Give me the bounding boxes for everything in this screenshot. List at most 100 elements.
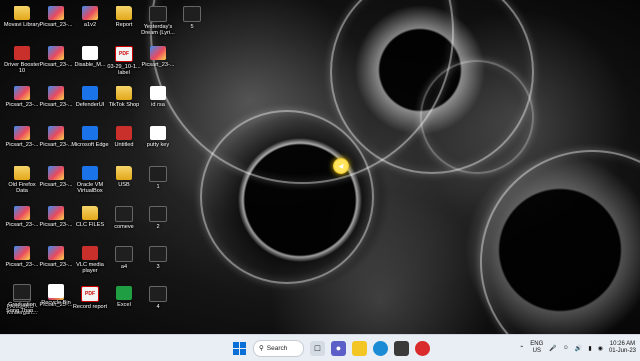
folder-file-icon [82,206,98,220]
desktop-icon-label: Disable_M... [74,62,106,68]
app-blue-file-icon [82,166,98,180]
desktop-icon-label: Picsart_23-... [39,102,73,108]
language-indicator[interactable]: ENG US [530,341,543,355]
desktop-icon-label: Recycle Bin [41,300,71,306]
app-red-file-icon [116,126,132,140]
img-file-icon [14,126,30,140]
desktop-icon-label: 4 [156,304,160,310]
folder-file-icon [116,166,132,180]
desktop-icon[interactable]: 4 [138,284,178,330]
img-file-icon [48,126,64,140]
taskbar-center: ⚲ Search □ ● [232,339,430,357]
desktop-icon-label: Picsart_23-... [39,142,73,148]
search-icon: ⚲ [259,345,264,352]
record-app-icon[interactable] [415,340,430,356]
desktop-icon-label: Picsart_23-... [5,262,39,268]
search-label: Search [266,344,288,352]
region-code: US [532,348,541,354]
img-file-icon [150,46,166,60]
desktop-icon-label: Picsart_23-... [39,62,73,68]
desktop-icon-label: Picsart_23-... [39,182,73,188]
img-file-icon [82,6,98,20]
desktop-icon[interactable]: Recycle Bin [36,282,76,328]
pdf-file-icon [115,46,133,62]
dark-file-icon [149,166,167,182]
mouse-cursor-highlight [333,158,349,174]
img-file-icon [48,206,64,220]
img-file-icon [48,86,64,100]
doc-file-icon [150,86,166,100]
desktop-icon-label: Report [115,22,133,28]
volume-icon[interactable]: 🔊 [575,345,582,352]
desktop-icon-label: a1v2 [83,22,97,28]
taskbar-app-icon[interactable] [394,340,409,356]
dark-file-icon [115,246,133,262]
desktop-icon-label: 5 [190,24,194,30]
desktop-icon-label: 1 [156,184,160,190]
img-file-icon [48,46,64,60]
desktop-icon-label: Picsart_23-... [39,222,73,228]
desktop-icon-label: Excel [117,302,131,308]
pdf-file-icon [81,286,99,302]
app-blue-file-icon [82,126,98,140]
edge-browser-icon[interactable] [373,340,388,356]
language-code: ENG [530,341,544,347]
app-red-file-icon [14,46,30,60]
clock[interactable]: 10:26 AM 01-Jun-23 [609,341,636,355]
desktop-icon-label: Picsart_23-... [141,62,175,68]
desktop-icon-label: Picsart_23-... [5,222,39,228]
task-view-icon[interactable]: □ [310,340,325,356]
microphone-icon[interactable]: 🎤 [549,345,556,352]
desktop-icon-label: Picsart_23-... [5,142,39,148]
desktop-icon-label: comeve [114,224,134,230]
desktop[interactable]: Movavi Library Picsart_23-... a1v2 Report Ye… [0,0,640,334]
dark-file-icon [149,206,167,222]
img-file-icon [48,246,64,260]
wallpaper-arc [420,60,534,174]
desktop-icon-label: CLC FILES [75,222,105,228]
folder-file-icon [14,166,30,180]
doc-file-icon [82,46,98,60]
clock-time: 10:26 AM [609,341,636,347]
start-button[interactable] [232,341,247,356]
desktop-icon-label: putty key [146,142,170,148]
wallpaper-arc [200,110,374,284]
folder-file-icon [116,6,132,20]
system-tray: ⌃ ENG US 🎤 ☺ 🔊 ▮ ◉ 10:26 AM 01-Jun-23 [519,338,636,358]
desktop-icon-label: Picsart_23-... [5,102,39,108]
img-file-icon [48,166,64,180]
desktop-icon-label: Picsart_23-... [39,262,73,268]
tray-overflow-chevron-icon[interactable]: ⌃ [519,345,524,352]
battery-icon[interactable]: ▮ [588,345,591,352]
desktop-icon[interactable]: 5 [172,4,212,50]
desktop-icon-label: a4 [120,264,128,270]
folder-file-icon [116,86,132,100]
doc-file-icon [48,284,64,298]
desktop-icon-label: Record report [72,304,108,310]
img-file-icon [14,246,30,260]
desktop-icon-label: Picsart_23-... [39,22,73,28]
folder-file-icon [14,6,30,20]
taskbar-search-box[interactable]: ⚲ Search [253,339,304,357]
img-file-icon [14,206,30,220]
dark-file-icon [183,6,201,22]
dark-file-icon [13,284,31,300]
location-icon[interactable]: ◉ [598,345,603,352]
desktop-icon-label: USB [118,182,130,188]
desktop-icon-label: 2 [156,224,160,230]
dark-file-icon [149,246,167,262]
desktop-icon-label: TikTok Shop [108,102,140,108]
app-red-file-icon [82,246,98,260]
windows-logo-icon [233,341,246,355]
file-explorer-icon[interactable] [352,340,367,356]
app-green-file-icon [116,286,132,300]
desktop-icon-label: id rsa [151,102,165,108]
desktop-icon-label: Movavi Library [3,22,41,28]
dark-file-icon [149,6,167,22]
taskbar: ⚲ Search □ ● ⌃ ENG US 🎤 ☺ 🔊 ▮ ◉ 10:26 AM… [0,334,640,361]
dark-file-icon [115,206,133,222]
chat-icon[interactable]: ● [331,340,346,356]
doc-file-icon [150,126,166,140]
desktop-icon-label: 3 [156,264,160,270]
wifi-icon[interactable]: ☺ [563,345,569,351]
